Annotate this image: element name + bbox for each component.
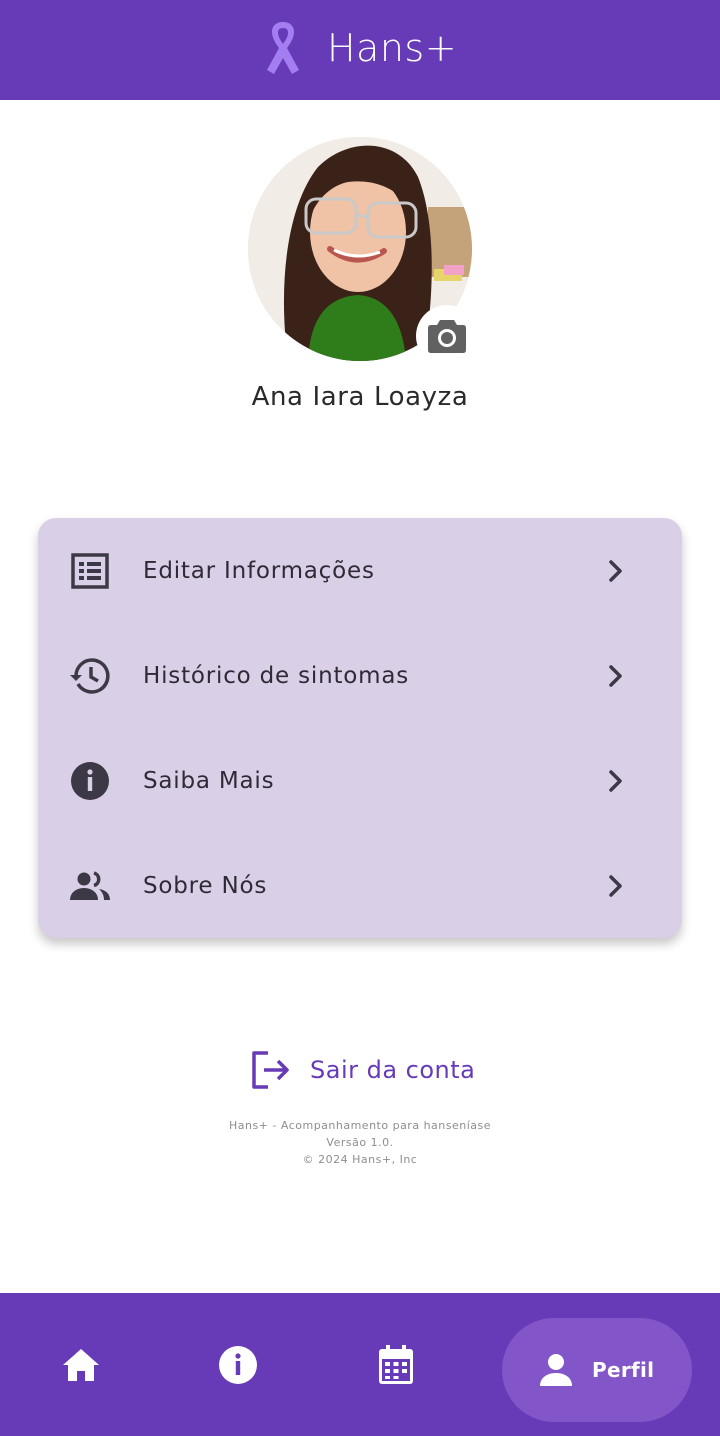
menu-item-edit-info[interactable]: Editar Informações	[38, 518, 682, 623]
profile-avatar[interactable]	[248, 137, 478, 367]
people-icon	[68, 864, 112, 908]
awareness-ribbon-icon	[266, 22, 299, 74]
info-icon	[219, 1346, 257, 1384]
chevron-right-icon	[609, 874, 622, 897]
logout-label: Sair da conta	[310, 1056, 476, 1084]
menu-item-symptom-history[interactable]: Histórico de sintomas	[38, 623, 682, 728]
menu-item-label: Histórico de sintomas	[143, 662, 410, 689]
home-icon	[63, 1349, 99, 1381]
footer-info: Hans+ - Acompanhamento para hanseníase V…	[0, 1117, 720, 1168]
nav-home-button[interactable]	[59, 1343, 103, 1387]
change-photo-button[interactable]	[416, 305, 478, 367]
footer-copyright: © 2024 Hans+, Inc	[302, 1153, 418, 1166]
calendar-icon	[379, 1345, 413, 1384]
menu-item-label: Editar Informações	[143, 557, 375, 584]
chevron-right-icon	[609, 769, 622, 792]
list-form-icon	[68, 549, 112, 593]
person-icon	[536, 1350, 576, 1390]
menu-item-label: Sobre Nós	[143, 872, 268, 899]
bottom-navigation: Perfil	[0, 1293, 720, 1436]
chevron-right-icon	[609, 559, 622, 582]
camera-icon	[428, 320, 466, 353]
app-header: Hans+	[0, 0, 720, 100]
menu-item-about-us[interactable]: Sobre Nós	[38, 833, 682, 938]
nav-calendar-button[interactable]	[374, 1343, 418, 1387]
profile-screen: Hans+ Ana Iara Loayza Editar Informações…	[0, 0, 720, 1436]
info-icon	[68, 759, 112, 803]
profile-menu: Editar Informações Histórico de sintomas	[38, 518, 682, 938]
user-name: Ana Iara Loayza	[251, 382, 469, 412]
footer-version: Versão 1.0.	[326, 1136, 394, 1149]
chevron-right-icon	[609, 664, 622, 687]
logout-icon	[252, 1051, 289, 1089]
history-icon	[68, 654, 112, 698]
footer-tagline: Hans+ - Acompanhamento para hanseníase	[228, 1119, 492, 1132]
nav-profile-label: Perfil	[592, 1358, 655, 1382]
menu-item-learn-more[interactable]: Saiba Mais	[38, 728, 682, 833]
logout-button[interactable]: Sair da conta	[250, 1050, 475, 1090]
nav-profile-button[interactable]: Perfil	[502, 1318, 692, 1422]
app-title: Hans+	[326, 26, 458, 70]
menu-item-label: Saiba Mais	[143, 767, 275, 794]
nav-info-button[interactable]	[216, 1343, 260, 1387]
